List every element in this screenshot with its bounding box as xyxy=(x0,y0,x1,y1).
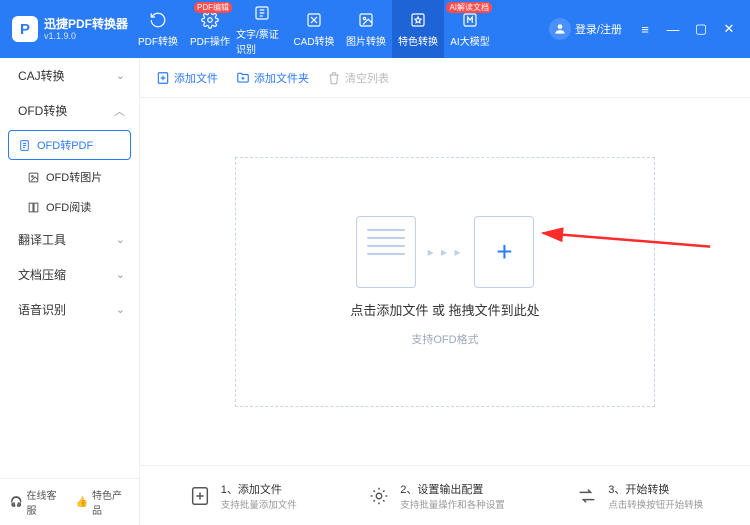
tab-special[interactable]: 特色转换 xyxy=(392,0,444,58)
header-bar: P 迅捷PDF转换器 v1.1.9.0 PDF转换 PDF编辑 PDF操作 文字… xyxy=(0,0,750,58)
featured-products-link[interactable]: 👍 特色产品 xyxy=(76,487,130,517)
sidebar-group-compress[interactable]: 文档压缩 ⌄ xyxy=(0,257,139,292)
add-folder-icon xyxy=(236,71,250,85)
ai-icon xyxy=(460,10,480,30)
menu-button[interactable]: ≡ xyxy=(632,18,658,40)
sidebar: CAJ转换 ⌄ OFD转换 ︿ OFD转PDF OFD转图片 xyxy=(0,58,140,525)
step-add-icon xyxy=(187,483,213,509)
sidebar-group-caj[interactable]: CAJ转换 ⌄ xyxy=(0,58,139,93)
star-icon xyxy=(408,10,428,30)
tab-cad[interactable]: CAD转换 xyxy=(288,0,340,58)
chevron-up-icon: ︿ xyxy=(114,103,125,119)
chevron-down-icon: ⌄ xyxy=(116,303,125,316)
avatar-icon xyxy=(549,18,571,40)
refresh-icon xyxy=(148,10,168,30)
image-icon xyxy=(356,10,376,30)
thumb-icon: 👍 xyxy=(76,497,88,508)
add-folder-button[interactable]: 添加文件夹 xyxy=(236,70,309,86)
tab-ai[interactable]: AI解读文档 AI大模型 xyxy=(444,0,496,58)
doc-icon xyxy=(17,138,31,152)
step-1: 1、添加文件 支持批量添加文件 xyxy=(187,481,297,511)
login-button[interactable]: 登录/注册 xyxy=(549,18,622,40)
book-icon xyxy=(26,200,40,214)
close-button[interactable]: ✕ xyxy=(716,18,742,40)
gear-icon xyxy=(200,10,220,30)
sidebar-item-ofd-read[interactable]: OFD阅读 xyxy=(0,192,139,222)
badge-ai: AI解读文档 xyxy=(446,2,492,13)
document-icon xyxy=(356,216,416,288)
sidebar-group-ofd[interactable]: OFD转换 ︿ xyxy=(0,93,139,128)
tab-pdf-operate[interactable]: PDF编辑 PDF操作 xyxy=(184,0,236,58)
maximize-button[interactable]: ▢ xyxy=(688,18,714,40)
app-version: v1.1.9.0 xyxy=(44,32,128,41)
clear-list-button[interactable]: 清空列表 xyxy=(327,70,389,86)
toolbar: 添加文件 添加文件夹 清空列表 xyxy=(140,58,750,98)
chevron-down-icon: ⌄ xyxy=(116,69,125,82)
step-3: 3、开始转换 点击转换按钮开始转换 xyxy=(574,481,703,511)
add-file-button[interactable]: 添加文件 xyxy=(156,70,218,86)
tab-ocr[interactable]: 文字/票证识别 xyxy=(236,0,288,58)
app-logo: P 迅捷PDF转换器 v1.1.9.0 xyxy=(12,16,132,42)
step-config-icon xyxy=(366,483,392,509)
tab-pdf-convert[interactable]: PDF转换 xyxy=(132,0,184,58)
tab-image[interactable]: 图片转换 xyxy=(340,0,392,58)
step-convert-icon xyxy=(574,483,600,509)
main-panel: 添加文件 添加文件夹 清空列表 ▸ ▸ ▸ + xyxy=(140,58,750,525)
app-name: 迅捷PDF转换器 xyxy=(44,18,128,30)
sidebar-item-ofd-pdf[interactable]: OFD转PDF xyxy=(8,130,131,160)
badge-pdf-edit: PDF编辑 xyxy=(194,2,232,13)
header-tabs: PDF转换 PDF编辑 PDF操作 文字/票证识别 CAD转换 图片转换 xyxy=(132,0,496,58)
minimize-button[interactable]: — xyxy=(660,18,686,40)
sidebar-group-speech[interactable]: 语音识别 ⌄ xyxy=(0,292,139,327)
steps-bar: 1、添加文件 支持批量添加文件 2、设置输出配置 支持批量操作和各种设置 3、开… xyxy=(140,465,750,525)
cad-icon xyxy=(304,10,324,30)
step-2: 2、设置输出配置 支持批量操作和各种设置 xyxy=(366,481,505,511)
online-support-link[interactable]: 🎧 在线客服 xyxy=(10,487,64,517)
image-icon xyxy=(26,170,40,184)
sidebar-item-ofd-image[interactable]: OFD转图片 xyxy=(0,162,139,192)
dropzone-text: 点击添加文件 或 拖拽文件到此处 xyxy=(350,300,539,319)
sidebar-group-translate[interactable]: 翻译工具 ⌄ xyxy=(0,222,139,257)
plus-icon: + xyxy=(474,216,534,288)
headset-icon: 🎧 xyxy=(10,497,22,508)
dropzone-illustration: ▸ ▸ ▸ + xyxy=(356,216,535,288)
trash-icon xyxy=(327,71,341,85)
logo-icon: P xyxy=(12,16,38,42)
chevron-down-icon: ⌄ xyxy=(116,233,125,246)
text-icon xyxy=(252,3,272,23)
dropzone-subtext: 支持OFD格式 xyxy=(411,331,478,347)
chevron-down-icon: ⌄ xyxy=(116,268,125,281)
add-file-icon xyxy=(156,71,170,85)
arrow-icon: ▸ ▸ ▸ xyxy=(428,245,463,259)
